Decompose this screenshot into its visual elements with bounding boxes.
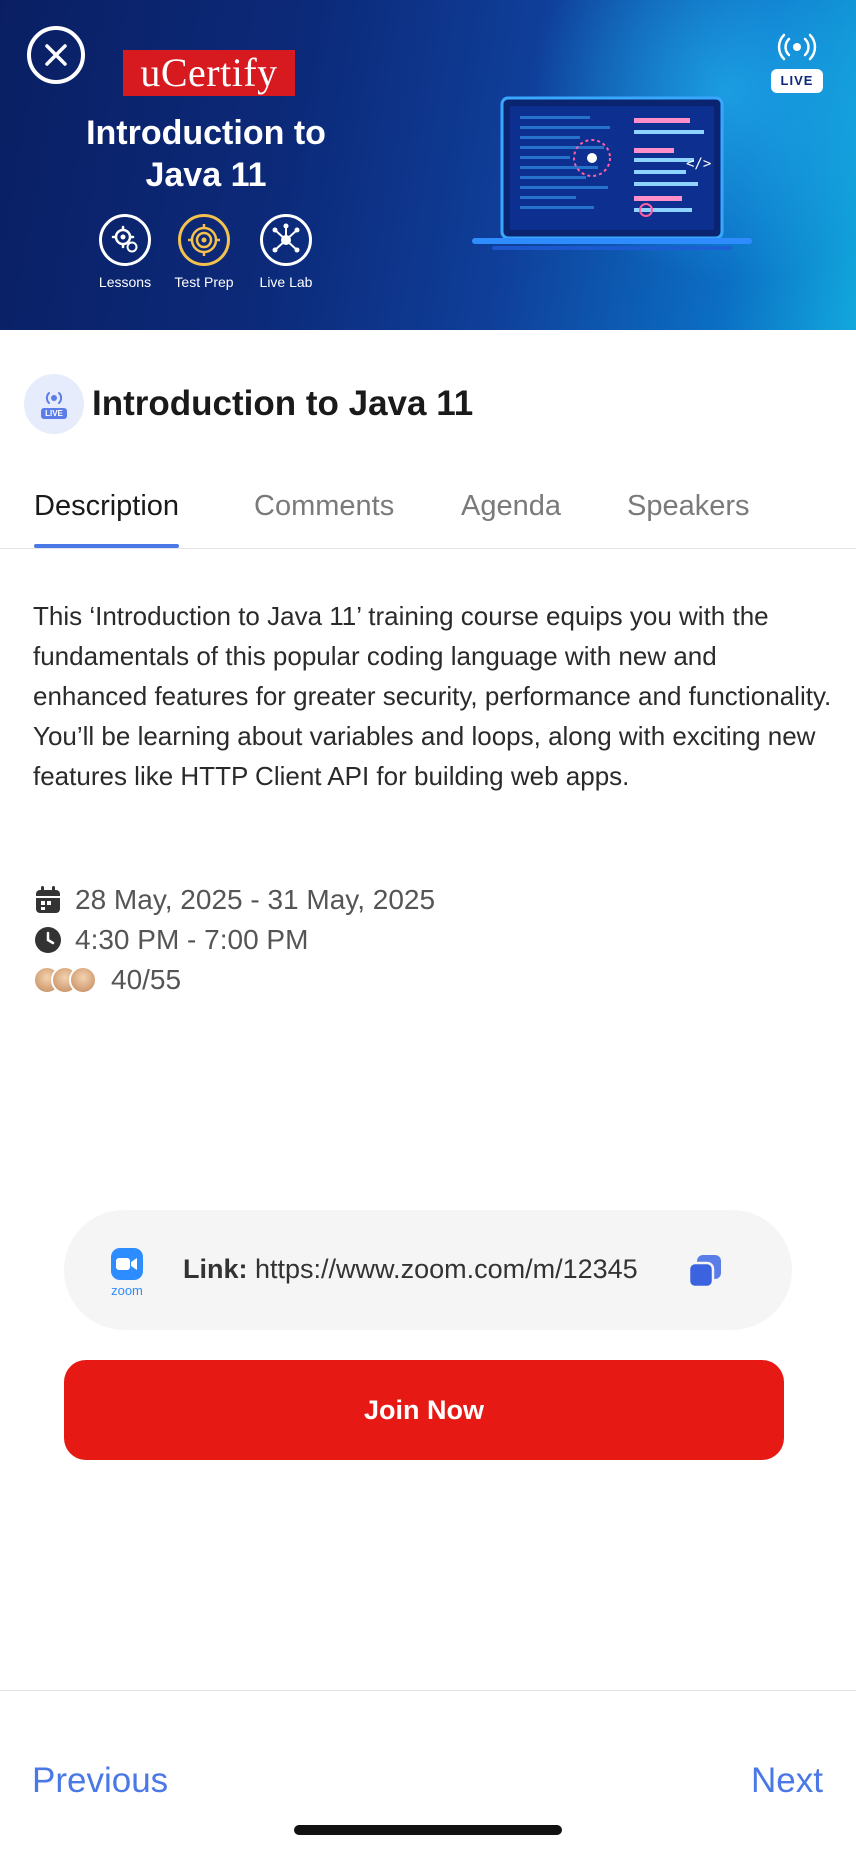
live-badge-label: LIVE: [771, 69, 823, 93]
live-avatar-tag: LIVE: [41, 408, 67, 419]
tab-comments[interactable]: Comments: [254, 490, 394, 548]
link-url[interactable]: https://www.zoom.com/m/12345: [255, 1254, 638, 1284]
attendees-row: 40/55: [33, 964, 181, 996]
banner-title-line2: Java 11: [145, 156, 267, 194]
next-button[interactable]: Next: [751, 1761, 823, 1801]
date-range-row: 28 May, 2025 - 31 May, 2025: [33, 884, 435, 916]
target-icon: [178, 214, 230, 266]
meeting-link-card: zoom Link: https://www.zoom.com/m/12345: [64, 1210, 792, 1330]
laptop-code-illustration: </>: [472, 96, 752, 250]
close-icon[interactable]: [43, 42, 69, 68]
copy-icon[interactable]: [687, 1253, 723, 1289]
feature-lessons: Lessons: [82, 214, 168, 290]
session-time: 4:30 PM - 7:00 PM: [75, 924, 309, 955]
feature-test-prep: Test Prep: [161, 214, 247, 290]
calendar-icon: [33, 885, 63, 915]
live-badge: LIVE: [770, 32, 824, 93]
session-dates: 28 May, 2025 - 31 May, 2025: [75, 884, 436, 915]
tab-agenda[interactable]: Agenda: [461, 490, 561, 548]
svg-text:</>: </>: [686, 156, 711, 172]
clock-icon: [33, 925, 63, 955]
meeting-link[interactable]: Link: https://www.zoom.com/m/12345: [183, 1254, 638, 1285]
feature-label: Test Prep: [174, 274, 234, 290]
feature-label: Live Lab: [259, 274, 313, 290]
close-button[interactable]: [27, 26, 85, 84]
ucertify-logo: uCertify: [123, 50, 295, 96]
network-icon: [260, 214, 312, 266]
zoom-camera-icon: [111, 1248, 143, 1280]
feature-live-lab: Live Lab: [243, 214, 329, 290]
tab-description[interactable]: Description: [34, 490, 180, 548]
broadcast-icon: [777, 33, 817, 61]
course-description: This ‘Introduction to Java 11’ training …: [33, 601, 832, 791]
page-title: Introduction to Java 11: [92, 384, 474, 423]
feature-label: Lessons: [98, 274, 152, 290]
avatar: [69, 966, 97, 994]
join-now-button[interactable]: Join Now: [64, 1360, 784, 1460]
time-range-row: 4:30 PM - 7:00 PM: [33, 924, 308, 956]
session-header: LIVE Introduction to Java 11: [24, 373, 473, 435]
attendee-count: 40/55: [111, 964, 182, 995]
tab-speakers[interactable]: Speakers: [627, 490, 750, 548]
zoom-logo: zoom: [106, 1248, 148, 1298]
bottom-navigation: Previous Next: [0, 1690, 856, 1850]
banner-title-line1: Introduction to: [86, 114, 326, 152]
home-indicator[interactable]: [294, 1825, 562, 1835]
banner-course-title: Introduction to Java 11: [60, 112, 352, 196]
link-label: Link:: [183, 1254, 248, 1284]
attendee-avatars: [33, 966, 97, 994]
live-session-avatar: LIVE: [24, 374, 84, 434]
gears-icon: [99, 214, 151, 266]
zoom-wordmark: zoom: [111, 1283, 143, 1298]
tab-bar: Description Comments Agenda Speakers: [0, 490, 856, 549]
broadcast-icon: [45, 392, 63, 404]
course-banner: uCertify Introduction to Java 11 Lessons: [0, 0, 856, 330]
previous-button[interactable]: Previous: [32, 1761, 168, 1801]
